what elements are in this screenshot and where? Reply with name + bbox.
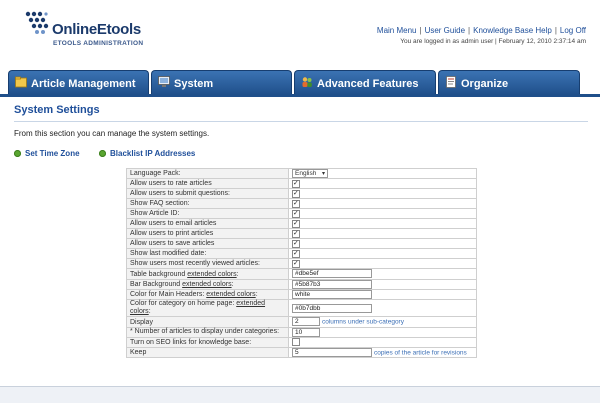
language-label: Language Pack: <box>126 167 289 180</box>
tab-advanced-features[interactable]: Advanced Features <box>294 70 436 95</box>
tab-label: System <box>174 78 214 90</box>
category-color-input[interactable]: #0b7dbb <box>292 303 372 313</box>
title-divider <box>14 121 588 122</box>
setting-label: Allow users to print articles <box>126 228 289 240</box>
setting-row-checkbox: Allow users to email articles <box>126 218 477 230</box>
tab-article-management[interactable]: Article Management <box>8 70 149 95</box>
display-note: columns under sub-category <box>321 318 404 326</box>
display-label: Display <box>126 316 289 328</box>
setting-label: Show Article ID: <box>126 208 289 220</box>
setting-row-seo: Turn on SEO links for knowledge base: <box>126 337 477 349</box>
tab-label: Article Management <box>31 78 136 90</box>
tab-organize[interactable]: Organize <box>438 70 580 95</box>
setting-row-display: Display 2 columns under sub-category <box>126 316 477 328</box>
show-faq-checkbox[interactable] <box>292 199 300 208</box>
num-articles-input[interactable]: 10 <box>292 327 320 337</box>
category-color-label: Color for category on home page: extende… <box>126 299 289 318</box>
bar-background-input[interactable]: #5b87b3 <box>292 279 372 289</box>
language-select[interactable]: English ▾ <box>292 169 328 178</box>
folder-icon <box>15 76 27 88</box>
keep-copies-input[interactable]: 5 <box>292 348 372 358</box>
setting-label: Show users most recently viewed articles… <box>126 258 289 270</box>
setting-row-checkbox: Allow users to print articles <box>126 228 477 240</box>
setting-row-checkbox: Allow users to submit questions: <box>126 188 477 200</box>
setting-row-table-background: Table background extended colors: #dbe5e… <box>126 268 477 280</box>
setting-row-checkbox: Show Article ID: <box>126 208 477 220</box>
logo-icon <box>25 11 49 34</box>
extended-colors-link[interactable]: extended colors <box>182 281 231 288</box>
seo-links-checkbox[interactable] <box>292 338 300 347</box>
setting-row-num-articles: * Number of articles to display under ca… <box>126 326 477 339</box>
setting-label: Show FAQ section: <box>126 198 289 210</box>
brand-subtitle: ETOOLS ADMINISTRATION <box>53 40 144 47</box>
allow-email-articles-checkbox[interactable] <box>292 219 300 228</box>
allow-save-articles-checkbox[interactable] <box>292 239 300 248</box>
setting-row-language: Language Pack: English ▾ <box>126 167 477 180</box>
log-off-link[interactable]: Log Off <box>560 26 586 35</box>
people-icon <box>302 77 312 87</box>
extended-colors-link[interactable]: extended colors <box>187 271 236 278</box>
main-headers-label: Color for Main Headers: extended colors: <box>126 289 289 301</box>
display-columns-input[interactable]: 2 <box>292 317 320 327</box>
main-tabs: Article Management System Advanced Featu… <box>0 70 600 95</box>
header: OnlineEtools ETOOLS ADMINISTRATION Main … <box>0 0 600 68</box>
num-articles-label: * Number of articles to display under ca… <box>126 326 289 339</box>
main-menu-link[interactable]: Main Menu <box>377 26 417 35</box>
setting-row-main-headers: Color for Main Headers: extended colors:… <box>126 289 477 301</box>
setting-row-bar-background: Bar Background extended colors: #5b87b3 <box>126 278 477 291</box>
setting-label: Allow users to save articles <box>126 238 289 250</box>
knowledge-base-help-link[interactable]: Knowledge Base Help <box>473 26 552 35</box>
horizontal-scrollbar[interactable] <box>0 386 600 403</box>
table-background-label: Table background extended colors: <box>126 268 289 280</box>
keep-note: copies of the article for revisions <box>373 349 467 357</box>
extended-colors-link[interactable]: extended colors <box>206 291 255 298</box>
allow-rate-articles-checkbox[interactable] <box>292 179 300 188</box>
page-title: System Settings <box>14 104 100 116</box>
keep-label: Keep <box>126 347 289 359</box>
login-status: You are logged in as admin user | Februa… <box>400 38 586 45</box>
brand-name: OnlineEtools <box>52 21 141 38</box>
set-time-zone-link[interactable]: Set Time Zone <box>14 149 80 158</box>
setting-row-checkbox: Allow users to save articles <box>126 238 477 250</box>
tab-label: Organize <box>461 78 509 90</box>
setting-row-checkbox: Allow users to rate articles <box>126 178 477 190</box>
monitor-icon <box>158 76 170 87</box>
document-icon <box>446 76 456 88</box>
show-article-id-checkbox[interactable] <box>292 209 300 218</box>
setting-row-checkbox: Show last modified date: <box>126 248 477 260</box>
setting-label: Allow users to email articles <box>126 218 289 230</box>
setting-label: Show last modified date: <box>126 248 289 260</box>
main-headers-color-input[interactable]: white <box>292 290 372 300</box>
seo-label: Turn on SEO links for knowledge base: <box>126 337 289 349</box>
setting-row-category-color: Color for category on home page: extende… <box>126 299 477 318</box>
setting-row-checkbox: Show users most recently viewed articles… <box>126 258 477 270</box>
show-recently-viewed-checkbox[interactable] <box>292 259 300 268</box>
tab-label: Advanced Features <box>317 78 419 90</box>
show-last-modified-checkbox[interactable] <box>292 249 300 258</box>
tab-system[interactable]: System <box>151 70 292 95</box>
logo[interactable]: OnlineEtools ETOOLS ADMINISTRATION <box>24 10 144 52</box>
settings-table: Language Pack: English ▾ Allow users to r… <box>126 167 477 359</box>
bullet-icon <box>99 150 106 157</box>
setting-row-checkbox: Show FAQ section: <box>126 198 477 210</box>
bullet-icon <box>14 150 21 157</box>
allow-print-articles-checkbox[interactable] <box>292 229 300 238</box>
blacklist-ip-link[interactable]: Blacklist IP Addresses <box>99 149 195 158</box>
setting-label: Allow users to rate articles <box>126 178 289 190</box>
bar-background-label: Bar Background extended colors: <box>126 278 289 291</box>
top-navigation: Main Menu | User Guide | Knowledge Base Help… <box>376 26 586 35</box>
intro-text: From this section you can manage the sys… <box>14 129 210 138</box>
user-guide-link[interactable]: User Guide <box>425 26 465 35</box>
table-background-input[interactable]: #dbe5ef <box>292 269 372 279</box>
chevron-down-icon: ▾ <box>321 171 325 177</box>
setting-row-keep: Keep 5 copies of the article for revisio… <box>126 347 477 359</box>
allow-submit-questions-checkbox[interactable] <box>292 189 300 198</box>
tab-bar-underline <box>0 94 600 97</box>
setting-label: Allow users to submit questions: <box>126 188 289 200</box>
